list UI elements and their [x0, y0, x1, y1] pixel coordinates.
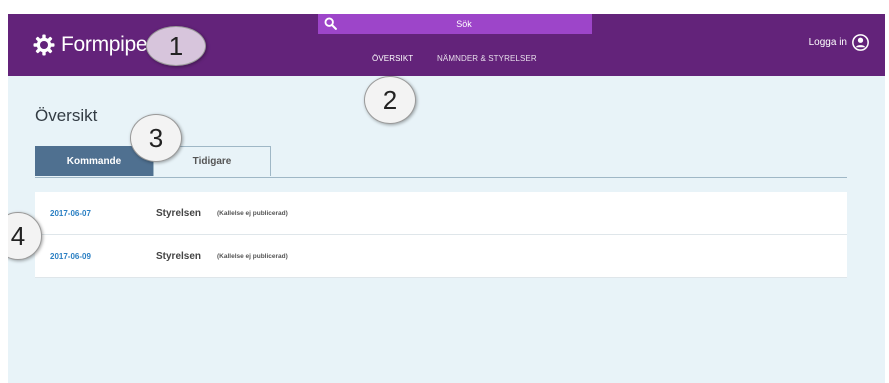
app-window: Formpipe. ÖVERSIKT NÄMNDER & STYRELSER L… — [8, 14, 885, 383]
meeting-date-link[interactable]: 2017-06-07 — [50, 209, 91, 218]
meeting-status: (Kallelse ej publicerad) — [217, 252, 288, 260]
page-title: Översikt — [35, 106, 98, 125]
top-header: Formpipe. ÖVERSIKT NÄMNDER & STYRELSER L… — [8, 14, 885, 76]
formpipe-logo-icon — [33, 34, 55, 56]
search-bar — [318, 14, 592, 34]
callout-3: 3 — [130, 114, 182, 162]
meeting-list: 2017-06-07 Styrelsen (Kallelse ej public… — [35, 192, 847, 278]
meeting-board: Styrelsen — [156, 207, 202, 219]
logo[interactable]: Formpipe. — [32, 30, 153, 60]
search-input[interactable] — [342, 14, 586, 34]
logo-text: Formpipe. — [61, 33, 153, 56]
login-button[interactable]: Logga in — [809, 34, 869, 51]
callout-2: 2 — [364, 76, 416, 124]
callout-1: 1 — [146, 26, 206, 66]
meeting-row[interactable]: 2017-06-09 Styrelsen (Kallelse ej public… — [35, 235, 847, 278]
user-icon — [852, 34, 869, 51]
meeting-board: Styrelsen — [156, 250, 202, 262]
login-label: Logga in — [808, 37, 847, 48]
nav-overview[interactable]: ÖVERSIKT — [372, 54, 413, 63]
meeting-status: (Kallelse ej publicerad) — [217, 209, 288, 217]
meeting-date-link[interactable]: 2017-06-09 — [50, 252, 91, 261]
meeting-row[interactable]: 2017-06-07 Styrelsen (Kallelse ej public… — [35, 192, 847, 235]
nav-boards[interactable]: NÄMNDER & STYRELSER — [437, 54, 537, 63]
search-icon[interactable] — [324, 17, 337, 30]
